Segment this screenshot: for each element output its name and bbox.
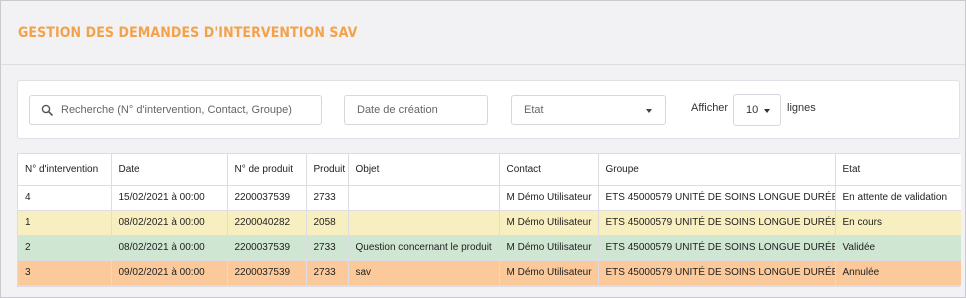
column-header-group[interactable]: Groupe — [598, 154, 836, 186]
cell-product-number: 2200037539 — [227, 235, 307, 261]
chevron-down-icon — [646, 109, 652, 113]
table-row[interactable]: 4 15/02/2021 à 00:00 2200037539 2733 M D… — [18, 185, 961, 211]
column-header-intervention[interactable]: N° d'intervention — [18, 154, 112, 186]
cell-product-number: 2200037539 — [227, 260, 307, 286]
cell-object — [348, 185, 500, 211]
cell-contact: M Démo Utilisateur — [499, 185, 599, 211]
lignes-label: lignes — [787, 102, 816, 114]
cell-product-number: 2200037539 — [227, 185, 307, 211]
cell-product: 2733 — [306, 185, 349, 211]
column-header-product-number[interactable]: N° de produit — [227, 154, 307, 186]
cell-date: 08/02/2021 à 00:00 — [111, 210, 228, 236]
table-row[interactable]: 3 09/02/2021 à 00:00 2200037539 2733 sav… — [18, 260, 961, 286]
chevron-down-icon — [764, 109, 770, 113]
search-placeholder: Recherche (N° d'intervention, Contact, G… — [61, 104, 292, 116]
cell-status: Validée — [835, 235, 961, 261]
cell-intervention: 3 — [18, 260, 112, 286]
page-header: GESTION DES DEMANDES D'INTERVENTION SAV — [1, 1, 965, 65]
column-header-date[interactable]: Date — [111, 154, 228, 186]
afficher-label: Afficher — [691, 102, 729, 114]
column-header-status[interactable]: Etat — [835, 154, 961, 186]
rows-per-page-value: 10 — [746, 104, 759, 116]
table-header-row: N° d'intervention Date N° de produit Pro… — [18, 154, 961, 186]
cell-status: En cours — [835, 210, 961, 236]
etat-select-value: Etat — [524, 104, 544, 116]
cell-date: 08/02/2021 à 00:00 — [111, 235, 228, 261]
cell-intervention: 2 — [18, 235, 112, 261]
etat-select[interactable]: Etat — [511, 95, 666, 125]
filter-bar: Recherche (N° d'intervention, Contact, G… — [17, 80, 960, 139]
cell-product: 2733 — [306, 235, 349, 261]
cell-intervention: 4 — [18, 185, 112, 211]
cell-object: sav — [348, 260, 500, 286]
cell-product: 2058 — [306, 210, 349, 236]
interventions-table: N° d'intervention Date N° de produit Pro… — [17, 153, 961, 287]
cell-date: 15/02/2021 à 00:00 — [111, 185, 228, 211]
page-frame: GESTION DES DEMANDES D'INTERVENTION SAV … — [0, 0, 966, 298]
table-row[interactable]: 2 08/02/2021 à 00:00 2200037539 2733 Que… — [18, 235, 961, 261]
cell-status: Annulée — [835, 260, 961, 286]
search-icon — [41, 104, 53, 116]
cell-status: En attente de validation — [835, 185, 961, 211]
cell-group: ETS 45000579 UNITÉ DE SOINS LONGUE DURÉE — [598, 260, 836, 286]
cell-date: 09/02/2021 à 00:00 — [111, 260, 228, 286]
cell-contact: M Démo Utilisateur — [499, 260, 599, 286]
page-title: GESTION DES DEMANDES D'INTERVENTION SAV — [18, 25, 358, 41]
cell-contact: M Démo Utilisateur — [499, 210, 599, 236]
cell-object — [348, 210, 500, 236]
creation-date-placeholder: Date de création — [357, 104, 438, 116]
cell-group: ETS 45000579 UNITÉ DE SOINS LONGUE DURÉE — [598, 235, 836, 261]
cell-product: 2733 — [306, 260, 349, 286]
cell-group: ETS 45000579 UNITÉ DE SOINS LONGUE DURÉE — [598, 185, 836, 211]
rows-per-page-select[interactable]: 10 — [733, 94, 781, 126]
cell-intervention: 1 — [18, 210, 112, 236]
cell-group: ETS 45000579 UNITÉ DE SOINS LONGUE DURÉE — [598, 210, 836, 236]
column-header-product[interactable]: Produit — [306, 154, 349, 186]
cell-product-number: 2200040282 — [227, 210, 307, 236]
table-row[interactable]: 1 08/02/2021 à 00:00 2200040282 2058 M D… — [18, 210, 961, 236]
cell-object: Question concernant le produit — [348, 235, 500, 261]
column-header-object[interactable]: Objet — [348, 154, 500, 186]
cell-contact: M Démo Utilisateur — [499, 235, 599, 261]
column-header-contact[interactable]: Contact — [499, 154, 599, 186]
search-input[interactable]: Recherche (N° d'intervention, Contact, G… — [29, 95, 322, 125]
creation-date-input[interactable]: Date de création — [344, 95, 488, 125]
